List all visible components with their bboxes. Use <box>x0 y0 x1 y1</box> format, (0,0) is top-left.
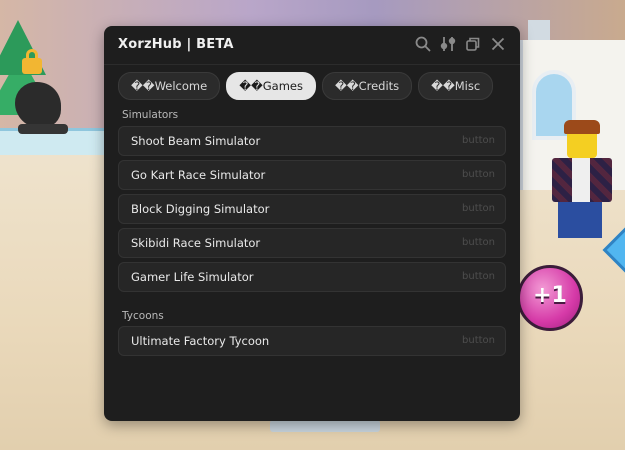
button-label: Skibidi Race Simulator <box>131 236 261 250</box>
building-chimney <box>528 20 550 40</box>
padlock-icon <box>22 49 42 74</box>
xorzhub-window: XorzHub | BETA ��Welcome ��Games ��Credi… <box>104 26 520 421</box>
section-label-simulators: Simulators <box>122 109 179 121</box>
avatar-shirt <box>572 158 590 202</box>
button-hint: button <box>462 203 495 214</box>
window-title: XorzHub | BETA <box>118 37 234 52</box>
button-label: Shoot Beam Simulator <box>131 134 261 148</box>
boulder-icon <box>15 82 61 128</box>
button-shoot-beam-simulator[interactable]: Shoot Beam Simulator button <box>118 126 506 156</box>
section-label-tycoons: Tycoons <box>122 310 164 322</box>
tab-games[interactable]: ��Games <box>226 72 316 100</box>
avatar-hair <box>564 120 600 134</box>
button-label: Go Kart Race Simulator <box>131 168 266 182</box>
button-ultimate-factory-tycoon[interactable]: Ultimate Factory Tycoon button <box>118 326 506 356</box>
button-skibidi-race-simulator[interactable]: Skibidi Race Simulator button <box>118 228 506 258</box>
boulder-base <box>18 124 68 134</box>
tab-misc[interactable]: ��Misc <box>418 72 494 100</box>
settings-sliders-icon[interactable] <box>439 35 457 53</box>
button-gamer-life-simulator[interactable]: Gamer Life Simulator button <box>118 262 506 292</box>
button-hint: button <box>462 135 495 146</box>
search-icon[interactable] <box>414 35 432 53</box>
tab-credits[interactable]: ��Credits <box>322 72 413 100</box>
button-hint: button <box>462 271 495 282</box>
button-label: Ultimate Factory Tycoon <box>131 334 270 348</box>
restore-window-icon[interactable] <box>464 35 482 53</box>
close-icon[interactable] <box>489 35 507 53</box>
window-titlebar[interactable]: XorzHub | BETA <box>104 26 520 65</box>
plus-one-text: +1 <box>533 283 567 308</box>
background-post <box>270 420 380 432</box>
tab-bar: ��Welcome ��Games ��Credits ��Misc <box>118 72 494 100</box>
button-block-digging-simulator[interactable]: Block Digging Simulator button <box>118 194 506 224</box>
avatar-legs <box>558 202 602 238</box>
button-hint: button <box>462 169 495 180</box>
tab-welcome[interactable]: ��Welcome <box>118 72 221 100</box>
button-go-kart-race-simulator[interactable]: Go Kart Race Simulator button <box>118 160 506 190</box>
button-label: Block Digging Simulator <box>131 202 270 216</box>
button-label: Gamer Life Simulator <box>131 270 254 284</box>
button-hint: button <box>462 335 495 346</box>
button-hint: button <box>462 237 495 248</box>
